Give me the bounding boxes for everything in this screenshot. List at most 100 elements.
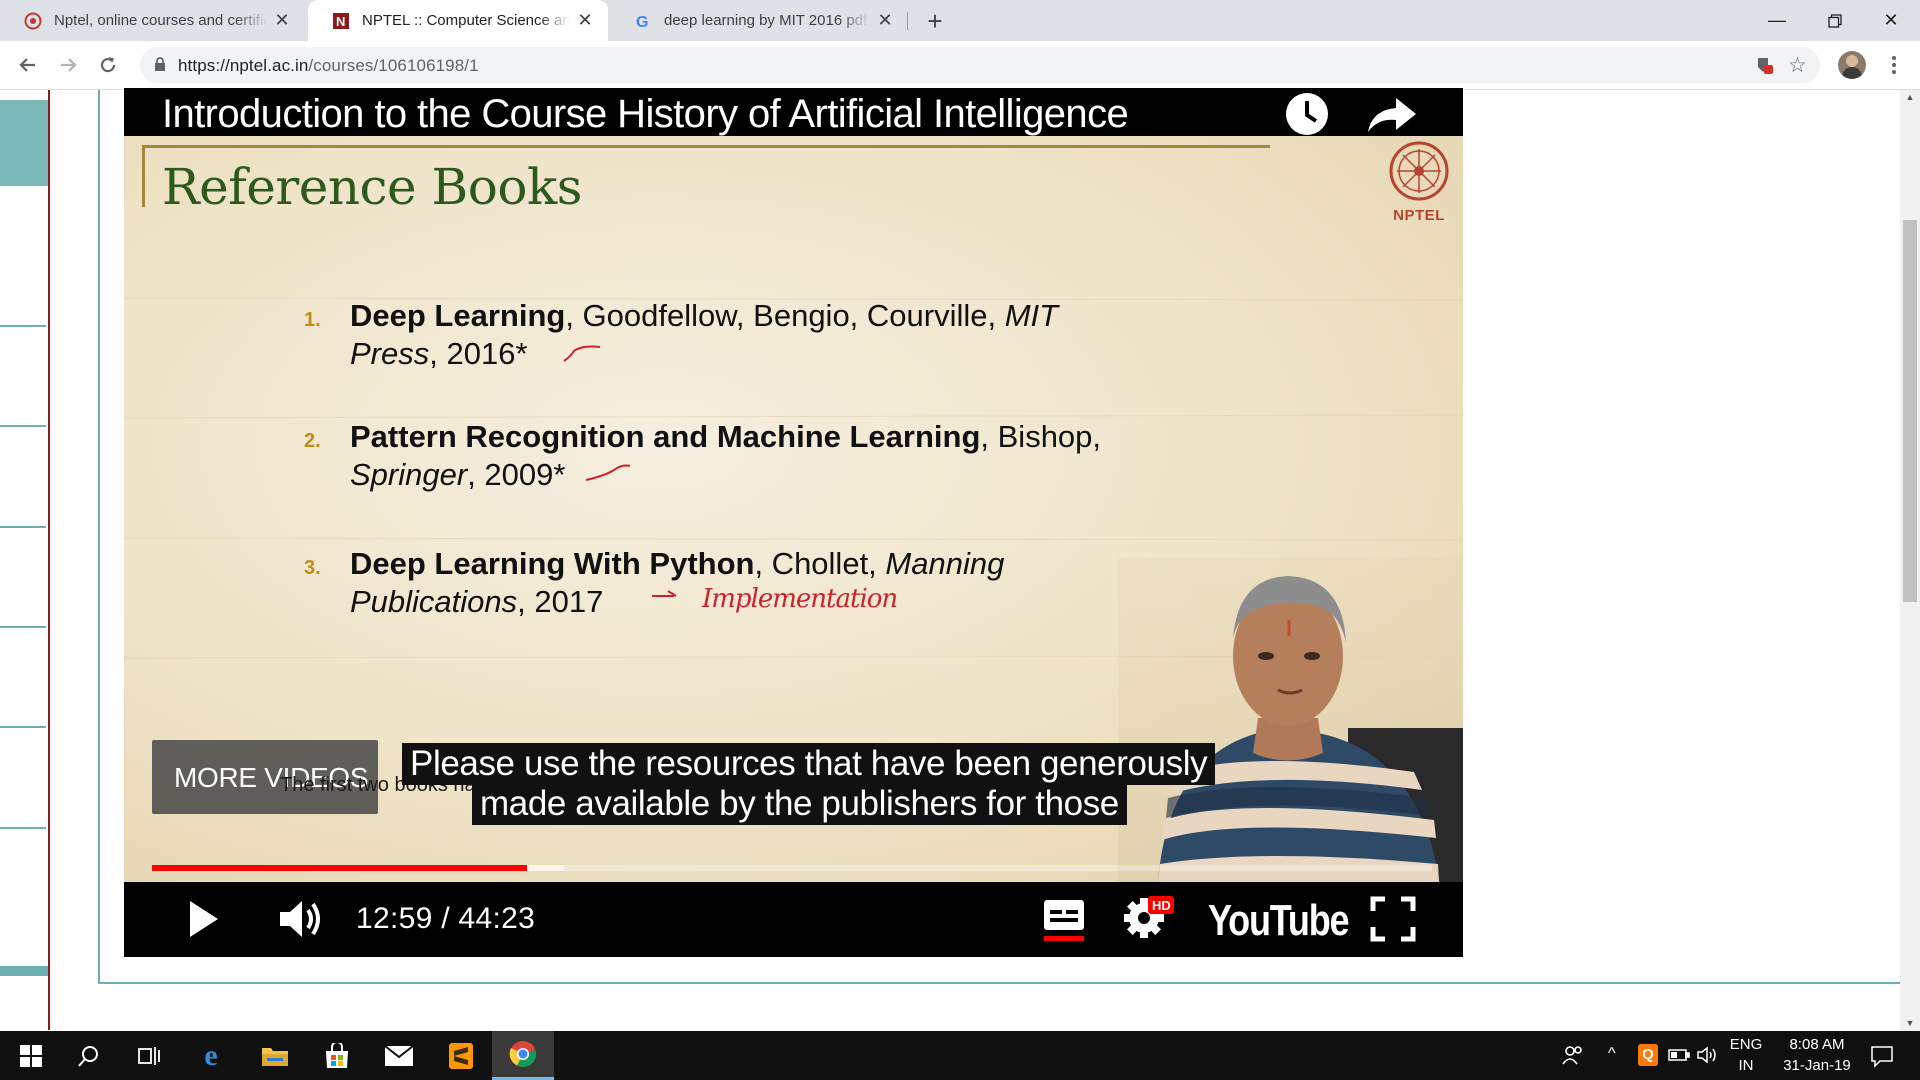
- fullscreen-icon[interactable]: [1370, 896, 1416, 947]
- bookmark-star-icon[interactable]: ☆: [1788, 53, 1807, 78]
- nptel-favicon-icon: [24, 12, 42, 30]
- tab-title: NPTEL :: Computer Science and Engineerin…: [362, 12, 570, 29]
- scroll-up-arrow-icon[interactable]: ▲: [1900, 92, 1920, 102]
- progress-played[interactable]: [152, 865, 527, 871]
- volume-icon[interactable]: [278, 897, 324, 946]
- forward-arrow-icon[interactable]: [52, 49, 84, 81]
- lecture-slide: Reference Books NPTEL 1. Deep Learning, …: [124, 88, 1463, 882]
- profile-avatar[interactable]: [1838, 51, 1866, 79]
- clock[interactable]: 8:08 AM 31-Jan-19: [1772, 1034, 1862, 1076]
- close-tab-icon[interactable]: ✕: [576, 10, 594, 31]
- lock-icon: [154, 57, 166, 77]
- time-display: 12:59 / 44:23: [356, 902, 536, 935]
- reference-item-2: 2. Pattern Recognition and Machine Learn…: [304, 418, 1250, 494]
- action-center-notification-icon[interactable]: [1870, 1044, 1894, 1073]
- windows-start-icon[interactable]: [0, 1031, 62, 1080]
- page-scrollbar[interactable]: ▲ ▼: [1900, 90, 1920, 1031]
- tab-google-search[interactable]: G deep learning by MIT 2016 pdf google ✕: [610, 0, 908, 41]
- language-code: ENG: [1729, 1036, 1763, 1053]
- subtitles-cc-icon[interactable]: [1042, 896, 1086, 947]
- course-outline-sidebar[interactable]: [0, 90, 50, 1030]
- browser-toolbar: https://nptel.ac.in/courses/106106198/1 …: [0, 41, 1920, 90]
- url-host: https://nptel.ac.in: [178, 56, 309, 75]
- video-player[interactable]: Reference Books NPTEL 1. Deep Learning, …: [124, 88, 1463, 957]
- reload-icon[interactable]: [92, 49, 124, 81]
- share-arrow-icon[interactable]: [1366, 96, 1418, 139]
- youtube-logo[interactable]: YouTube: [1208, 896, 1350, 946]
- scroll-down-arrow-icon[interactable]: ▼: [1900, 1018, 1920, 1028]
- search-icon[interactable]: [58, 1031, 120, 1080]
- tab-nptel-home[interactable]: Nptel, online courses and certification …: [0, 0, 305, 41]
- url-path: /courses/106106198/1: [308, 56, 479, 75]
- svg-text:N: N: [336, 14, 345, 29]
- scrollbar-thumb[interactable]: [1903, 220, 1917, 602]
- tab-nptel-cse[interactable]: N NPTEL :: Computer Science and Engineer…: [308, 0, 608, 41]
- reference-title: Deep Learning With Python: [350, 546, 755, 581]
- tab-title: deep learning by MIT 2016 pdf google: [664, 12, 870, 29]
- sidebar-divider: [0, 827, 46, 829]
- address-bar[interactable]: https://nptel.ac.in/courses/106106198/1 …: [140, 47, 1820, 83]
- speaker-icon[interactable]: [1696, 1045, 1718, 1070]
- handwritten-check-mark-2: [585, 464, 631, 481]
- reference-authors: , Chollet,: [754, 546, 886, 581]
- close-window-icon[interactable]: ✕: [1862, 0, 1920, 41]
- close-tab-icon[interactable]: ✕: [876, 10, 894, 31]
- sidebar-divider: [0, 526, 46, 528]
- handwritten-annotation: Implementation: [702, 584, 898, 614]
- reference-publisher: Springer: [350, 457, 468, 492]
- chrome-taskbar-icon[interactable]: [492, 1031, 554, 1080]
- reference-publisher: MIT: [1004, 298, 1059, 333]
- new-tab-plus-icon[interactable]: +: [918, 4, 952, 38]
- nptel-logo: NPTEL: [1386, 140, 1452, 230]
- sidebar-bottom-bar: [0, 966, 48, 976]
- back-arrow-icon[interactable]: [12, 49, 44, 81]
- task-view-icon[interactable]: [118, 1031, 180, 1080]
- url-text: https://nptel.ac.in/courses/106106198/1: [178, 56, 479, 76]
- sublime-text-icon[interactable]: [430, 1031, 492, 1080]
- tab-separator: [907, 12, 908, 30]
- close-tab-icon[interactable]: ✕: [273, 10, 291, 31]
- watch-later-clock-icon[interactable]: [1284, 91, 1330, 142]
- sidebar-divider: [0, 626, 46, 628]
- nptel-n-favicon-icon: N: [332, 12, 350, 30]
- input-language[interactable]: ENG IN: [1728, 1034, 1764, 1076]
- google-g-icon: G: [634, 12, 652, 30]
- reference-authors: , Goodfellow, Bengio, Courville,: [565, 298, 1005, 333]
- clock-time: 8:08 AM: [1789, 1036, 1845, 1053]
- mail-icon[interactable]: [368, 1031, 430, 1080]
- video-controls: 12:59 / 44:23 HD YouTube: [124, 882, 1463, 957]
- reference-publisher-cont: Press: [350, 336, 430, 371]
- windows-taskbar: e ^ Q ENG IN 8:08 AM 31-Jan-19: [0, 1031, 1920, 1080]
- presenter-video-inset: [1118, 558, 1463, 882]
- region-code: IN: [1738, 1057, 1754, 1074]
- caption-line-2: made available by the publishers for tho…: [472, 783, 1127, 825]
- edge-browser-icon[interactable]: e: [180, 1031, 242, 1080]
- show-hidden-icons-chevron-icon[interactable]: ^: [1608, 1045, 1616, 1063]
- clock-date: 31-Jan-19: [1783, 1057, 1851, 1074]
- tray-app-q-icon[interactable]: Q: [1638, 1044, 1658, 1066]
- video-title-bar: Introduction to the Course History of Ar…: [124, 88, 1463, 136]
- reference-year: , 2009*: [467, 457, 566, 492]
- sidebar-divider: [0, 726, 46, 728]
- minimize-icon[interactable]: —: [1748, 0, 1806, 41]
- handwritten-arrow: [652, 590, 677, 597]
- restore-icon[interactable]: [1806, 0, 1864, 41]
- extension-shield-icon[interactable]: [1754, 55, 1774, 80]
- settings-gear-icon[interactable]: HD: [1124, 894, 1176, 945]
- battery-icon[interactable]: [1668, 1047, 1690, 1068]
- file-explorer-icon[interactable]: [244, 1031, 306, 1080]
- sidebar-divider: [0, 325, 46, 327]
- play-icon[interactable]: [188, 899, 220, 944]
- people-icon[interactable]: [1562, 1045, 1584, 1070]
- handwritten-check-mark-1: [563, 345, 601, 362]
- svg-text:G: G: [636, 14, 648, 30]
- reference-item-1: 1. Deep Learning, Goodfellow, Bengio, Co…: [304, 297, 1250, 373]
- reference-number: 1.: [304, 309, 321, 331]
- sidebar-active-item[interactable]: [0, 100, 48, 186]
- reference-title: Pattern Recognition and Machine Learning: [350, 419, 981, 454]
- microsoft-store-icon[interactable]: [306, 1031, 368, 1080]
- reference-publisher: Manning: [885, 546, 1005, 581]
- reference-year: , 2017: [517, 584, 604, 619]
- video-title[interactable]: Introduction to the Course History of Ar…: [162, 92, 1129, 137]
- menu-kebab-icon[interactable]: [1884, 51, 1904, 79]
